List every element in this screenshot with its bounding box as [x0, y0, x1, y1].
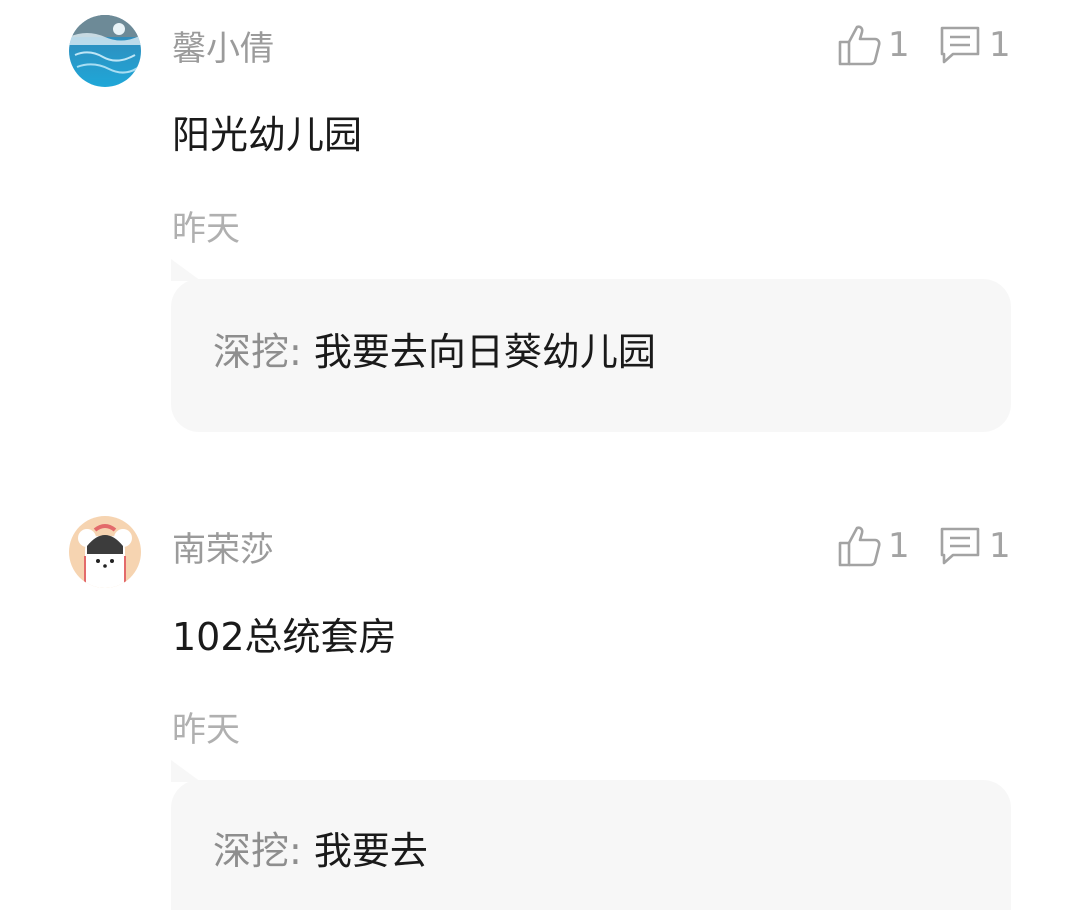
- username[interactable]: 馨小倩: [172, 29, 274, 69]
- comment-icon: [940, 26, 980, 64]
- reply-notch: [171, 259, 201, 281]
- user-avatar[interactable]: [69, 516, 141, 588]
- comment-time: 昨天: [172, 209, 240, 249]
- reply-count: 1: [989, 526, 1011, 566]
- swimming-pool-photo-avatar: [69, 15, 141, 87]
- comment-time: 昨天: [172, 710, 240, 750]
- reply-line: 深挖: 我要去: [213, 828, 428, 874]
- reply-count: 1: [989, 25, 1011, 65]
- like-count: 1: [888, 25, 910, 65]
- reply-text: 我要去向日葵幼儿园: [313, 330, 656, 374]
- reply-text: 我要去: [313, 829, 428, 873]
- like-button[interactable]: 1: [838, 24, 910, 66]
- reply-author[interactable]: 深挖:: [213, 330, 302, 374]
- thumbs-up-icon: [838, 526, 881, 567]
- comment-text: 102总统套房: [172, 615, 397, 659]
- reply-preview[interactable]: 深挖: 我要去向日葵幼儿园: [171, 279, 1011, 432]
- comments-page: 馨小倩 1 1 阳光幼儿园 昨天 深挖: 我要去向日葵幼儿园 南荣莎 1 1 1…: [0, 0, 1079, 910]
- username[interactable]: 南荣莎: [172, 530, 274, 570]
- like-button[interactable]: 1: [838, 525, 910, 567]
- comment-icon: [940, 527, 980, 565]
- reply-button[interactable]: 1: [939, 24, 1011, 66]
- reply-button[interactable]: 1: [939, 525, 1011, 567]
- comment-text: 阳光幼儿园: [172, 113, 363, 157]
- like-count: 1: [888, 526, 910, 566]
- user-avatar[interactable]: [69, 15, 141, 87]
- reply-line: 深挖: 我要去向日葵幼儿园: [213, 329, 656, 375]
- thumbs-up-icon: [838, 25, 881, 66]
- reply-author[interactable]: 深挖:: [213, 829, 302, 873]
- reply-preview[interactable]: 深挖: 我要去: [171, 780, 1011, 910]
- cartoon-bear-avatar: [69, 516, 141, 588]
- reply-notch: [171, 760, 201, 782]
